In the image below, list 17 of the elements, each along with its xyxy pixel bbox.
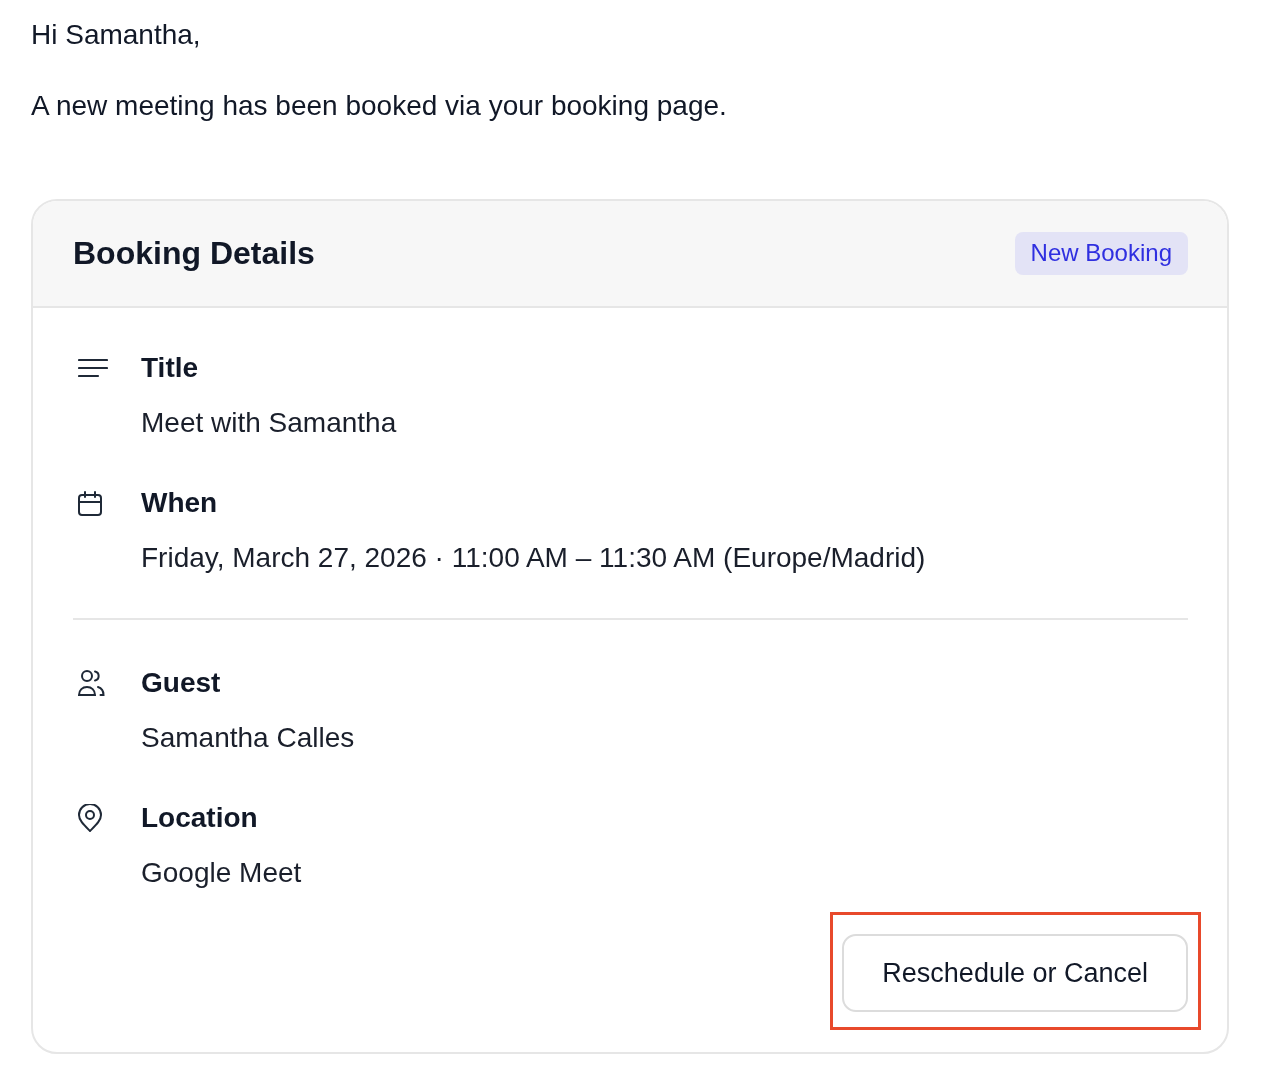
text-lines-icon: [78, 358, 108, 378]
intro-text: A new meeting has been booked via your booking page.: [31, 89, 727, 123]
people-icon: [78, 669, 105, 697]
field-label: When: [141, 486, 218, 520]
calendar-icon: [78, 490, 102, 516]
map-pin-icon: [78, 804, 102, 832]
field-value: Samantha Calles: [141, 721, 355, 755]
field-label: Guest: [141, 666, 221, 700]
field-value: Meet with Samantha: [141, 406, 397, 440]
status-badge: New Booking: [1014, 232, 1188, 275]
card-title: Booking Details: [73, 235, 315, 272]
field-label: Title: [141, 351, 199, 385]
greeting-text: Hi Samantha,: [31, 18, 201, 52]
reschedule-button[interactable]: Reschedule or Cancel: [842, 934, 1188, 1012]
field-value: Google Meet: [141, 856, 302, 890]
field-label: Location: [141, 801, 258, 835]
field-value: Friday, March 27, 2026 · 11:00 AM – 11:30 AM (Europe/Madrid): [141, 541, 926, 575]
